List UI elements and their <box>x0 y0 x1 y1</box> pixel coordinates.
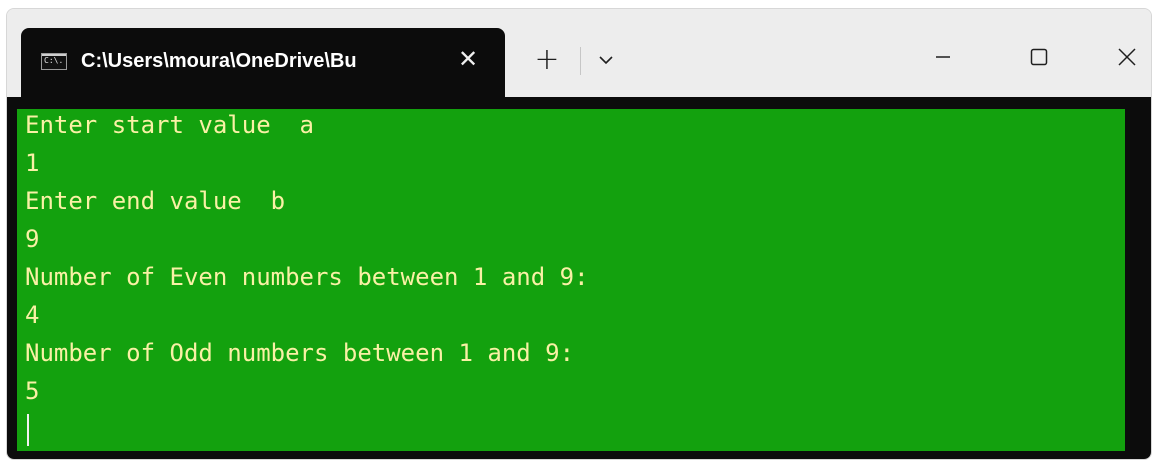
title-bar: C:\. C:\Users\moura\OneDrive\Bu ✕ + <box>7 9 1151 97</box>
text-cursor <box>27 414 29 446</box>
console-line: Number of Even numbers between 1 and 9: <box>25 263 589 291</box>
console-line: Enter end value b <box>25 187 286 215</box>
close-icon <box>1118 48 1136 66</box>
titlebar-divider <box>580 47 581 75</box>
cmd-icon: C:\. <box>41 53 67 70</box>
tab-title: C:\Users\moura\OneDrive\Bu <box>81 50 357 72</box>
console-output[interactable]: Enter start value a 1 Enter end value b … <box>17 109 1125 451</box>
tab-command-prompt[interactable]: C:\. C:\Users\moura\OneDrive\Bu ✕ <box>21 28 505 97</box>
console-line: Enter start value a <box>25 111 314 139</box>
console-pane[interactable]: Enter start value a 1 Enter end value b … <box>7 97 1151 459</box>
chevron-down-icon <box>599 56 613 65</box>
close-window-button[interactable] <box>1107 37 1147 77</box>
console-line: Number of Odd numbers between 1 and 9: <box>25 339 575 367</box>
new-tab-button[interactable]: + <box>532 42 562 78</box>
console-line: 1 <box>25 149 40 177</box>
maximize-button[interactable] <box>1019 37 1059 77</box>
minimize-button[interactable] <box>923 37 963 77</box>
console-line: 5 <box>25 377 40 405</box>
minimize-icon <box>936 56 950 58</box>
console-line: 4 <box>25 301 40 329</box>
maximize-icon <box>1030 48 1048 66</box>
tab-dropdown-button[interactable] <box>591 47 621 77</box>
console-line: 9 <box>25 225 40 253</box>
terminal-window: C:\. C:\Users\moura\OneDrive\Bu ✕ + Ente… <box>6 8 1152 460</box>
close-tab-button[interactable]: ✕ <box>453 44 483 74</box>
